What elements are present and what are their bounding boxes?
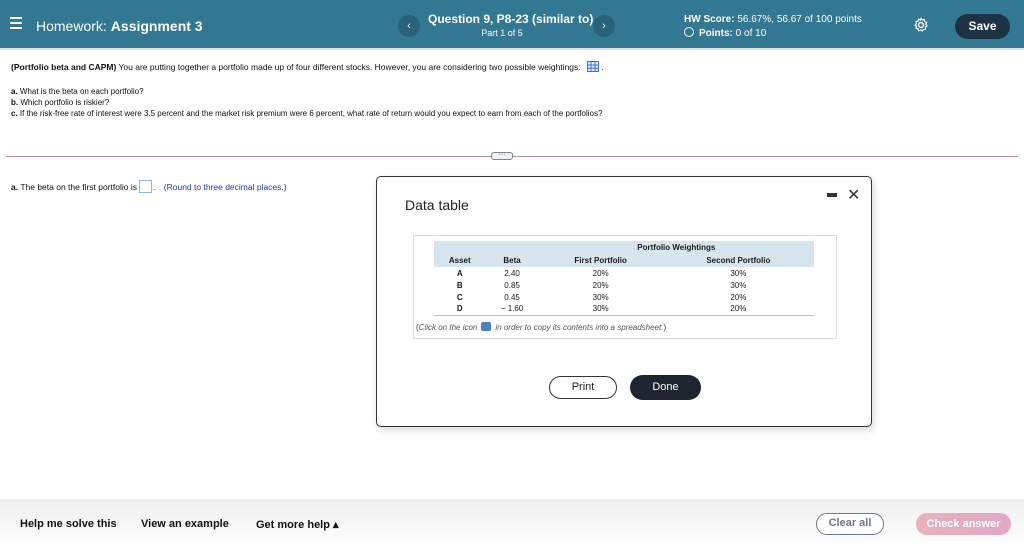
footer-bar: Help me solve this View an example Get m… [0,499,1024,549]
question-title: Question 9, P8-23 (similar to) [428,12,594,26]
get-more-help-link[interactable]: Get more help ▴ [256,518,339,531]
group-header: Portfolio Weightings [538,241,814,254]
table-row: B 0.85 20% 30% [456,280,747,290]
expand-button[interactable]: ··· [491,151,513,160]
answer-part-a: a. The beta on the first portfolio is. (… [11,180,287,193]
minimize-icon[interactable] [827,193,837,197]
question-part: Part 1 of 5 [481,28,523,38]
column-header: Beta [485,254,539,267]
homework-title-prefix: Homework: [36,18,107,34]
save-button[interactable]: Save [955,14,1010,39]
beta-first-portfolio-input[interactable] [139,180,153,193]
modal-title: Data table [405,197,469,213]
homework-title: Homework: Assignment 3 [36,18,203,34]
table-row: C 0.45 30% 20% [456,292,747,302]
view-an-example-link[interactable]: View an example [141,518,229,530]
question-item: a. What is the beta on each portfolio? [11,87,144,96]
next-question-button[interactable]: › [593,15,615,37]
points-value: 0 of 10 [735,28,767,39]
data-table-grid-icon[interactable] [587,61,600,72]
question-item: c. If the risk-free rate of interest wer… [11,109,603,118]
question-list: a. What is the beta on each portfolio? b… [11,86,602,119]
rounding-hint: (Round to three decimal places.) [163,182,287,192]
column-header: First Portfolio [538,254,663,267]
column-header: Asset [434,254,486,267]
hw-score-label: HW Score: [684,14,735,25]
done-button[interactable]: Done [630,375,701,400]
previous-question-button[interactable]: ‹ [398,15,420,37]
hw-score: HW Score: 56.67%, 56.67 of 100 points [684,14,862,25]
top-bar: Homework: Assignment 3 ‹ Question 9, P8-2… [0,0,1024,50]
table-row: A 2.40 20% 30% [456,268,747,278]
hw-score-value: 56.67%, 56.67 of 100 points [737,14,862,25]
copy-to-spreadsheet-icon[interactable] [481,322,492,331]
points-status-circle-icon [684,27,694,37]
check-answer-button[interactable]: Check answer [916,513,1011,535]
problem-statement: (Portfolio beta and CAPM) You are puttin… [11,61,604,72]
help-me-solve-this-link[interactable]: Help me solve this [20,518,117,530]
print-button[interactable]: Print [549,376,617,399]
portfolio-table: Portfolio Weightings Asset Beta First Po… [434,241,814,316]
copy-instructions: (Click on the icon in order to copy its c… [416,322,667,332]
column-header: Second Portfolio [662,254,814,267]
gear-icon[interactable] [913,17,929,33]
data-table-container: Portfolio Weightings Asset Beta First Po… [413,235,837,339]
points-label: Points: [699,28,733,39]
points: Points: 0 of 10 [684,27,766,39]
problem-text: You are putting together a portfolio mad… [118,62,581,72]
close-icon[interactable]: ✕ [847,185,860,205]
data-table-modal: Data table ✕ Portfolio Weightings Asset … [376,176,872,427]
problem-topic: (Portfolio beta and CAPM) [11,62,117,72]
hamburger-menu-icon[interactable] [10,17,22,31]
clear-all-button[interactable]: Clear all [816,513,884,535]
table-row: D − 1.60 30% 20% [434,303,814,316]
question-item: b. Which portfolio is riskier? [11,98,110,107]
assignment-name: Assignment 3 [110,18,203,34]
